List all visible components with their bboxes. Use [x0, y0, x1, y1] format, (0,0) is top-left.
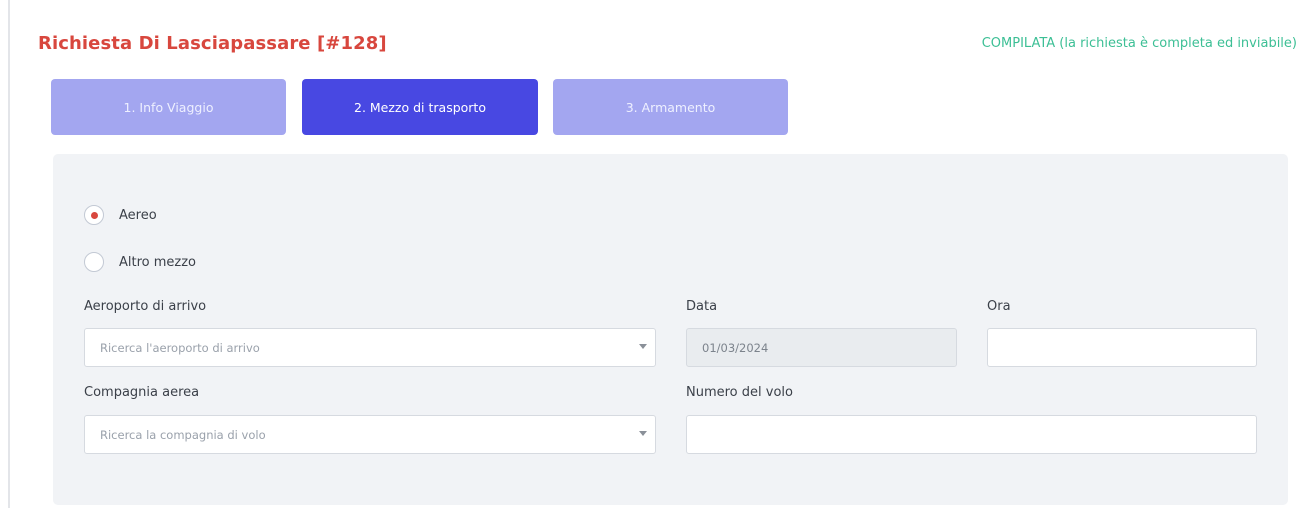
tab-mezzo-di-trasporto[interactable]: 2. Mezzo di trasporto: [302, 79, 538, 135]
time-field[interactable]: [987, 328, 1257, 367]
radio-altro-mezzo[interactable]: Altro mezzo: [84, 252, 196, 272]
date-label: Data: [686, 299, 718, 314]
airline-select[interactable]: Ricerca la compagnia di volo: [84, 415, 656, 454]
date-value: 01/03/2024: [702, 340, 769, 355]
radio-label: Aereo: [119, 207, 157, 223]
tab-label: 2. Mezzo di trasporto: [354, 99, 486, 115]
tab-armamento[interactable]: 3. Armamento: [553, 79, 788, 135]
flight-number-field[interactable]: [686, 415, 1257, 454]
radio-checked-icon[interactable]: [84, 205, 104, 225]
time-label: Ora: [987, 299, 1011, 314]
airport-placeholder: Ricerca l'aeroporto di arrivo: [100, 340, 260, 355]
tab-info-viaggio[interactable]: 1. Info Viaggio: [51, 79, 286, 135]
page-title: Richiesta Di Lasciapassare [#128]: [38, 33, 387, 54]
airport-select[interactable]: Ricerca l'aeroporto di arrivo: [84, 328, 656, 367]
chevron-down-icon[interactable]: [639, 344, 647, 349]
airline-label: Compagnia aerea: [84, 385, 200, 400]
airport-label: Aeroporto di arrivo: [84, 299, 207, 314]
chevron-down-icon[interactable]: [639, 431, 647, 436]
radio-label: Altro mezzo: [119, 254, 197, 270]
tab-label: 1. Info Viaggio: [123, 99, 214, 115]
radio-aereo[interactable]: Aereo: [84, 205, 157, 225]
flight-number-label: Numero del volo: [686, 385, 793, 400]
left-border: [8, 0, 10, 508]
radio-unchecked-icon[interactable]: [84, 252, 104, 272]
status-text: COMPILATA (la richiesta è completa ed in…: [981, 36, 1297, 51]
tab-label: 3. Armamento: [625, 99, 716, 115]
date-field: 01/03/2024: [686, 328, 957, 367]
airline-placeholder: Ricerca la compagnia di volo: [100, 427, 266, 442]
